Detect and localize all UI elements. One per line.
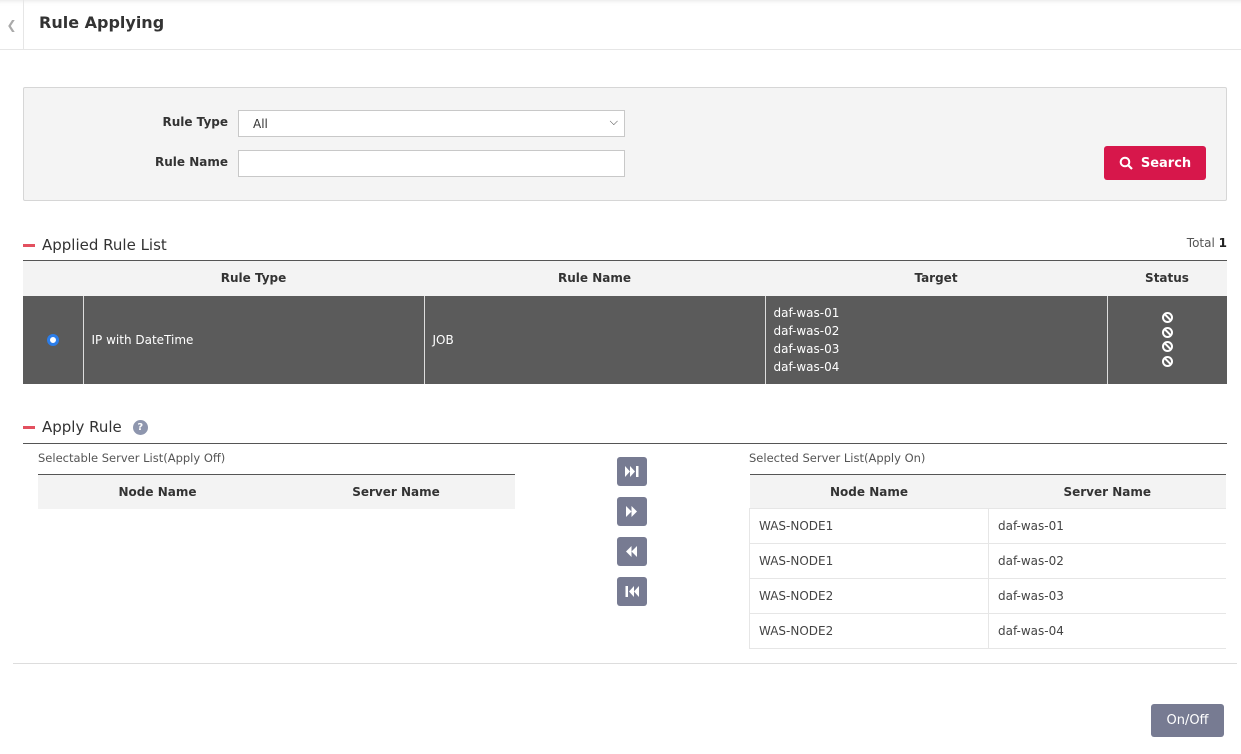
target-item: daf-was-04 (773, 359, 840, 374)
col-node-name[interactable]: Node Name (749, 474, 989, 509)
search-icon (1119, 156, 1133, 170)
ban-icon (1161, 341, 1173, 353)
move-left-button[interactable] (617, 537, 647, 566)
target-item: daf-was-03 (773, 341, 840, 356)
rule-type-cell: IP with DateTime (82, 295, 424, 384)
rewind-start-icon (625, 586, 639, 597)
node-name-cell: WAS-NODE1 (749, 543, 989, 579)
target-item: daf-was-01 (773, 305, 840, 320)
ban-icon (1161, 355, 1173, 367)
section-title-text: Applied Rule List (42, 236, 167, 254)
move-right-button[interactable] (617, 497, 647, 526)
selected-list-title: Selected Server List(Apply On) (749, 451, 926, 465)
section-title-text: Apply Rule (42, 418, 122, 436)
divider (13, 663, 1237, 664)
chevron-left-icon[interactable]: ❮ (0, 0, 24, 50)
server-name-cell: daf-was-02 (988, 543, 1226, 579)
apply-rule-title: Apply Rule ? (23, 418, 148, 436)
divider (23, 443, 1227, 444)
row-radio[interactable] (46, 333, 59, 346)
col-select (23, 260, 83, 296)
rule-name-label: Rule Name (155, 155, 228, 169)
col-status[interactable]: Status (1107, 260, 1227, 296)
rule-name-cell: JOB (423, 295, 765, 384)
col-rule-type[interactable]: Rule Type (83, 260, 424, 296)
section-dash (23, 243, 35, 247)
page-header: ❮ Rule Applying (0, 0, 1241, 50)
page-title: Rule Applying (39, 13, 165, 32)
selected-server-table: Node Name Server Name WAS-NODE1 daf-was-… (749, 474, 1226, 649)
total-count: Total 1 (1187, 236, 1227, 250)
ban-icon (1161, 312, 1173, 324)
rule-type-select[interactable]: All ⌵ (238, 110, 625, 137)
question-icon[interactable]: ? (132, 419, 148, 435)
total-value: 1 (1218, 236, 1227, 250)
rule-type-value: All (253, 117, 268, 131)
server-name-cell: daf-was-01 (988, 508, 1226, 544)
search-panel: Rule Type All ⌵ Rule Name Search (23, 87, 1227, 201)
search-button-label: Search (1140, 155, 1192, 171)
table-row[interactable]: WAS-NODE2 daf-was-03 (749, 578, 1226, 614)
server-name-cell: daf-was-04 (988, 613, 1226, 649)
node-name-cell: WAS-NODE2 (749, 613, 989, 649)
col-node-name[interactable]: Node Name (38, 474, 277, 509)
section-dash (23, 425, 35, 429)
table-row[interactable]: WAS-NODE1 daf-was-02 (749, 543, 1226, 579)
ban-icon (1161, 326, 1173, 338)
table-row[interactable]: WAS-NODE1 daf-was-01 (749, 508, 1226, 544)
move-all-left-button[interactable] (617, 577, 647, 606)
target-cell: daf-was-01 daf-was-02 daf-was-03 daf-was… (764, 295, 1107, 384)
node-name-cell: WAS-NODE2 (749, 578, 989, 614)
chevron-down-icon: ⌵ (609, 115, 618, 128)
node-name-cell: WAS-NODE1 (749, 508, 989, 544)
fast-forward-icon (626, 506, 637, 517)
table-row[interactable]: WAS-NODE2 daf-was-04 (749, 613, 1226, 649)
rule-type-label: Rule Type (162, 115, 228, 129)
selectable-server-table: Node Name Server Name (38, 474, 515, 509)
col-rule-name[interactable]: Rule Name (424, 260, 765, 296)
server-name-cell: daf-was-03 (988, 578, 1226, 614)
applied-rule-list-title: Applied Rule List (23, 236, 167, 254)
col-server-name[interactable]: Server Name (277, 474, 515, 509)
selectable-list-title: Selectable Server List(Apply Off) (38, 451, 226, 465)
rewind-icon (626, 546, 637, 557)
rule-name-input[interactable] (238, 150, 625, 177)
fast-forward-end-icon (625, 466, 639, 477)
col-server-name[interactable]: Server Name (988, 474, 1226, 509)
status-cell (1106, 295, 1227, 384)
applied-rule-table: Rule Type Rule Name Target Status IP wit… (23, 260, 1227, 384)
search-button[interactable]: Search (1104, 146, 1206, 180)
col-target[interactable]: Target (765, 260, 1107, 296)
table-row[interactable]: IP with DateTime JOB daf-was-01 daf-was-… (23, 295, 1227, 384)
target-item: daf-was-02 (773, 323, 840, 338)
on-off-button[interactable]: On/Off (1151, 704, 1224, 737)
move-all-right-button[interactable] (617, 457, 647, 486)
total-label: Total (1186, 236, 1215, 250)
